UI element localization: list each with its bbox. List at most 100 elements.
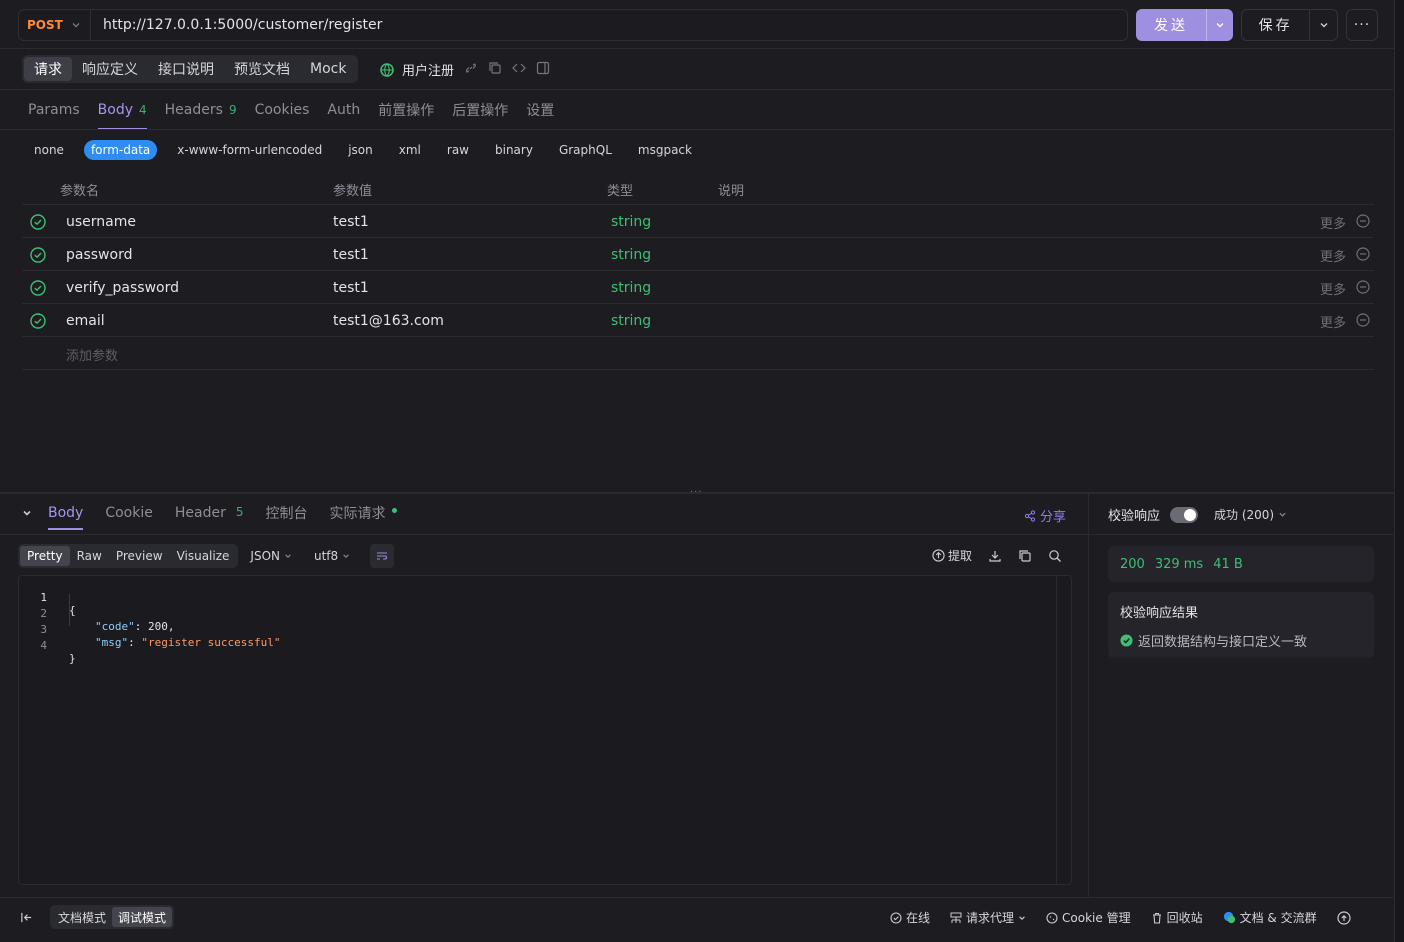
debug-mode-button[interactable]: 调试模式 (112, 907, 173, 927)
check-circle-icon[interactable] (30, 280, 46, 296)
param-name[interactable]: password (66, 247, 132, 263)
recycle-bin-button[interactable]: 回收站 (1151, 909, 1203, 926)
api-name[interactable]: 用户注册 (402, 60, 454, 79)
proxy-select[interactable]: 请求代理 (950, 909, 1026, 926)
json-key: "msg" (95, 636, 129, 649)
body-type-xml[interactable]: xml (393, 140, 427, 160)
copy-icon[interactable] (1018, 549, 1032, 563)
doc-mode-button[interactable]: 文档模式 (52, 907, 112, 927)
editor-scrollbar[interactable] (1056, 576, 1057, 884)
method-select[interactable]: POST (19, 10, 91, 40)
check-circle-icon[interactable] (30, 214, 46, 230)
more-options-button[interactable]: ··· (1346, 9, 1378, 41)
download-icon[interactable] (988, 549, 1002, 563)
body-type-form-data[interactable]: form-data (83, 140, 158, 160)
param-more-link[interactable]: 更多 (1320, 279, 1346, 298)
drag-handle-icon[interactable]: ··· (690, 487, 703, 498)
code-icon[interactable] (512, 61, 526, 75)
extract-button[interactable]: 提取 (932, 547, 972, 564)
encoding-select[interactable]: utf8 (314, 549, 350, 563)
tab-headers[interactable]: Headers 9 (165, 96, 237, 124)
subtab-api-description[interactable]: 接口说明 (148, 57, 224, 81)
body-type-none[interactable]: none (28, 140, 70, 160)
body-type-urlencoded[interactable]: x-www-form-urlencoded (171, 140, 328, 160)
response-code-editor[interactable]: 1 { 2 "code": 200, 3 "msg": "register su… (18, 575, 1072, 885)
url-input[interactable]: http://127.0.0.1:5000/customer/register (91, 17, 382, 33)
collapse-chevron-icon[interactable] (22, 508, 32, 518)
cookie-management-button[interactable]: Cookie 管理 (1046, 909, 1131, 926)
param-value[interactable]: test1 (333, 280, 369, 296)
response-metrics: 200 329 ms 41 B (1108, 546, 1374, 582)
body-type-raw[interactable]: raw (441, 140, 475, 160)
param-type[interactable]: string (611, 313, 651, 329)
param-more-link[interactable]: 更多 (1320, 213, 1346, 232)
resp-tab-cookie[interactable]: Cookie (105, 505, 153, 521)
search-icon[interactable] (1048, 549, 1062, 563)
param-value[interactable]: test1@163.com (333, 313, 444, 329)
online-icon (890, 911, 902, 924)
resp-tab-header[interactable]: Header 5 (175, 505, 244, 521)
tab-cookies[interactable]: Cookies (255, 96, 310, 124)
remove-circle-icon[interactable] (1356, 247, 1370, 261)
param-row: verify_password test1 string 更多 (22, 271, 1374, 304)
param-value[interactable]: test1 (333, 247, 369, 263)
param-more-link[interactable]: 更多 (1320, 312, 1346, 331)
resp-tab-console[interactable]: 控制台 (266, 503, 308, 523)
tab-auth[interactable]: Auth (327, 96, 360, 124)
collapse-sidebar-icon[interactable] (20, 911, 33, 924)
send-dropdown[interactable] (1206, 9, 1233, 41)
panel-icon[interactable] (536, 61, 550, 75)
body-type-msgpack[interactable]: msgpack (632, 140, 698, 160)
format-preview[interactable]: Preview (109, 546, 170, 566)
tab-pre-operations[interactable]: 前置操作 (378, 96, 434, 124)
save-dropdown[interactable] (1309, 10, 1337, 40)
resp-tab-actual-request[interactable]: 实际请求 (330, 503, 397, 523)
subtab-mock[interactable]: Mock (300, 57, 356, 81)
docs-community-button[interactable]: 文档 & 交流群 (1223, 909, 1317, 926)
share-button[interactable]: 分享 (1024, 506, 1066, 525)
remove-circle-icon[interactable] (1356, 280, 1370, 294)
validation-status-select[interactable]: 成功 (200) (1214, 506, 1287, 523)
format-select-value: JSON (250, 549, 280, 563)
add-param-input[interactable]: 添加参数 (66, 345, 118, 364)
format-raw[interactable]: Raw (70, 546, 109, 566)
link-icon[interactable] (464, 61, 478, 75)
extract-label: 提取 (948, 549, 973, 563)
param-type[interactable]: string (611, 247, 651, 263)
add-param-row[interactable]: 添加参数 (22, 337, 1374, 370)
body-type-json[interactable]: json (342, 140, 379, 160)
online-status[interactable]: 在线 (890, 909, 930, 926)
send-button[interactable]: 发送 (1136, 9, 1233, 41)
param-more-link[interactable]: 更多 (1320, 246, 1346, 265)
tab-settings[interactable]: 设置 (526, 96, 554, 124)
subtab-response-definition[interactable]: 响应定义 (72, 57, 148, 81)
copy-icon[interactable] (488, 61, 502, 75)
tab-body[interactable]: Body 4 (97, 96, 147, 130)
url-bar[interactable]: POST http://127.0.0.1:5000/customer/regi… (18, 9, 1128, 41)
format-pretty[interactable]: Pretty (20, 546, 70, 566)
check-circle-icon[interactable] (30, 313, 46, 329)
remove-circle-icon[interactable] (1356, 313, 1370, 327)
param-type[interactable]: string (611, 280, 651, 296)
body-type-binary[interactable]: binary (489, 140, 539, 160)
param-value[interactable]: test1 (333, 214, 369, 230)
validation-toggle[interactable] (1170, 506, 1199, 523)
subtab-preview-doc[interactable]: 预览文档 (224, 57, 300, 81)
help-icon[interactable] (1336, 910, 1351, 925)
body-type-graphql[interactable]: GraphQL (553, 140, 618, 160)
resp-tab-body[interactable]: Body (48, 505, 84, 530)
subtab-request[interactable]: 请求 (24, 57, 72, 81)
param-name[interactable]: email (66, 313, 105, 329)
param-name[interactable]: username (66, 214, 136, 230)
tab-count: 5 (235, 505, 244, 519)
check-circle-icon[interactable] (30, 247, 46, 263)
tab-params[interactable]: Params (28, 96, 80, 124)
wrap-toggle-button[interactable] (370, 544, 395, 568)
remove-circle-icon[interactable] (1356, 214, 1370, 228)
save-button[interactable]: 保存 (1241, 9, 1338, 41)
param-type[interactable]: string (611, 214, 651, 230)
tab-post-operations[interactable]: 后置操作 (452, 96, 508, 124)
format-visualize[interactable]: Visualize (170, 546, 237, 566)
param-name[interactable]: verify_password (66, 280, 179, 296)
format-select[interactable]: JSON (250, 549, 292, 563)
